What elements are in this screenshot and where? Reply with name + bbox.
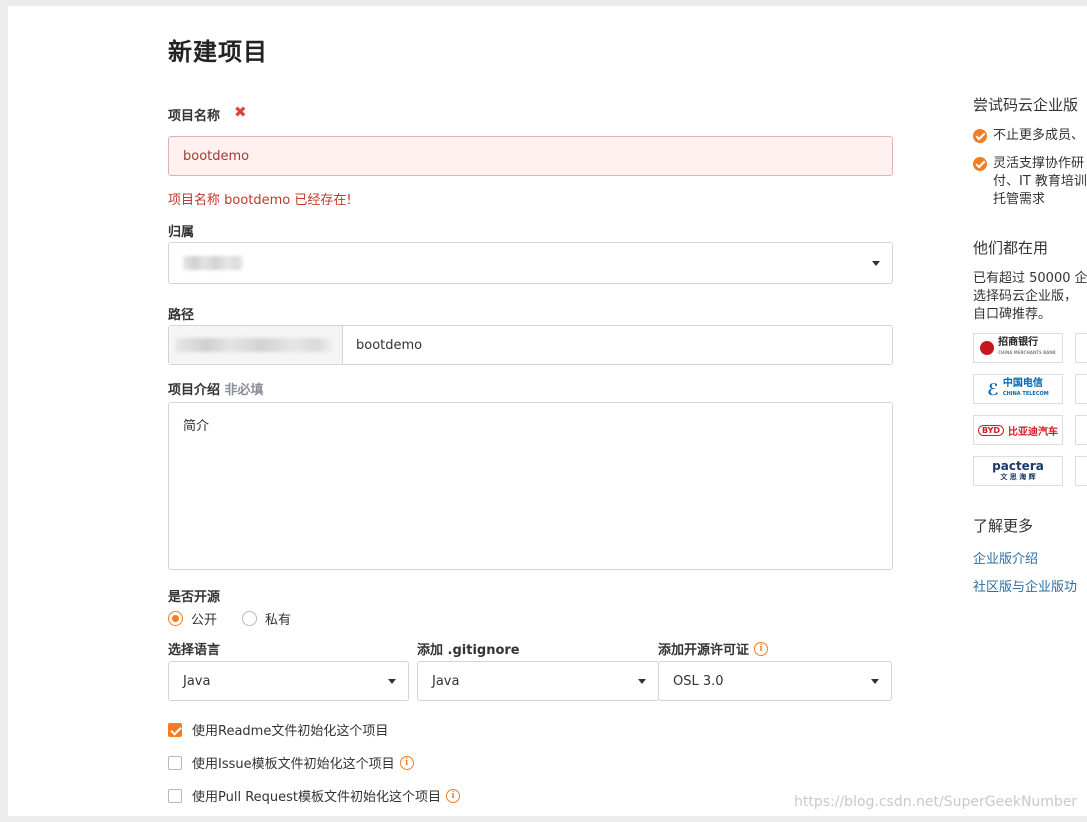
logo-row: pactera 文 思 海 辉: [973, 456, 1087, 486]
cmb-logo-name: 招商银行: [998, 337, 1039, 348]
link-edition-compare[interactable]: 社区版与企业版功: [973, 576, 1077, 595]
info-icon[interactable]: i: [399, 755, 414, 770]
chevron-down-icon: [872, 261, 880, 266]
check-circle-icon: [973, 157, 987, 171]
logo-stub: [1075, 456, 1087, 486]
sidebar-feature-text: 托管需求: [993, 192, 1046, 207]
byd-logo-name: 比亚迪汽车: [1008, 426, 1059, 438]
users-text-line: 自口碑推荐。: [973, 307, 1052, 322]
checkbox-issue-label: 使用Issue模板文件初始化这个项目: [192, 757, 395, 772]
path-group: bootdemo: [168, 325, 893, 365]
checkbox-pr-label: 使用Pull Request模板文件初始化这个项目: [192, 790, 442, 805]
users-text-line: 选择码云企业版，: [973, 289, 1078, 304]
desc-optional-hint: 非必填: [224, 383, 264, 398]
radio-private-dot[interactable]: [242, 611, 257, 626]
gitignore-select[interactable]: Java: [417, 661, 659, 701]
telecom-logo-icon: ℰ: [987, 379, 999, 399]
checkbox-pr-box[interactable]: [168, 788, 182, 803]
logo-pactera: pactera 文 思 海 辉: [973, 456, 1063, 486]
logo-telecom: ℰ 中国电信 CHINA TELECOM: [973, 374, 1063, 404]
link-enterprise-intro[interactable]: 企业版介绍: [973, 548, 1038, 567]
language-value: Java: [183, 673, 211, 689]
desc-label: 项目介绍 非必填: [168, 379, 264, 398]
telecom-logo-sub: CHINA TELECOM: [1002, 391, 1049, 397]
pactera-logo-sub: 文 思 海 辉: [1000, 473, 1036, 481]
path-namespace: [169, 326, 343, 364]
check-circle-icon: [973, 129, 987, 143]
checkbox-readme-box[interactable]: [168, 722, 182, 737]
customer-logos: 招商银行 CHINA MERCHANTS BANK ℰ 中国电信 CHINA T…: [973, 333, 1087, 486]
watermark: https://blog.csdn.net/SuperGeekNumber: [794, 794, 1078, 810]
license-value: OSL 3.0: [673, 673, 724, 689]
chevron-down-icon: [388, 679, 396, 684]
radio-public-label: 公开: [191, 613, 218, 628]
checkbox-issue[interactable]: 使用Issue模板文件初始化这个项目 i: [168, 753, 414, 772]
users-text-line: 已有超过 50000 企: [973, 271, 1087, 286]
telecom-logo-name: 中国电信: [1002, 378, 1043, 389]
sidebar-feature-text: 不止更多成员、: [993, 128, 1085, 143]
page: 新建项目 项目名称 ✖ bootdemo 项目名称 bootdemo 已经存在!…: [8, 6, 1087, 816]
radio-public-dot[interactable]: [168, 611, 183, 626]
logo-stub: [1075, 415, 1087, 445]
byd-logo-icon: BYD: [977, 424, 1005, 436]
desc-label-text: 项目介绍: [168, 383, 221, 398]
owner-blurred-value: [183, 256, 243, 270]
checkbox-pr[interactable]: 使用Pull Request模板文件初始化这个项目 i: [168, 786, 461, 805]
page-title: 新建项目: [168, 38, 268, 66]
namespace-blurred-value: [175, 338, 333, 352]
chevron-down-icon: [638, 679, 646, 684]
sidebar-feature-text: 灵活支撑协作研: [993, 156, 1085, 171]
checkbox-issue-box[interactable]: [168, 755, 182, 770]
logo-row: ℰ 中国电信 CHINA TELECOM: [973, 374, 1087, 404]
sidebar-feature-text: 付、IT 教育培训: [993, 174, 1087, 189]
cmb-logo-text: 招商银行 CHINA MERCHANTS BANK: [998, 338, 1056, 358]
owner-label: 归属: [168, 225, 195, 240]
info-icon[interactable]: i: [754, 641, 769, 656]
logo-stub: [1075, 333, 1087, 363]
sidebar-feature-lines: 灵活支撑协作研 付、IT 教育培训 托管需求: [993, 155, 1087, 209]
radio-public[interactable]: 公开: [168, 609, 217, 628]
error-x-icon: ✖: [234, 103, 247, 121]
cmb-logo-icon: [980, 341, 995, 355]
sidebar-heading: 尝试码云企业版: [973, 96, 1079, 114]
chevron-down-icon: [871, 679, 879, 684]
project-name-input[interactable]: bootdemo: [168, 136, 893, 176]
license-label: 添加开源许可证: [658, 643, 750, 658]
logo-row: 招商银行 CHINA MERCHANTS BANK: [973, 333, 1087, 363]
pactera-logo-name: pactera: [992, 459, 1044, 473]
learn-more-heading: 了解更多: [973, 517, 1034, 535]
license-select[interactable]: OSL 3.0: [658, 661, 892, 701]
checkbox-readme-label: 使用Readme文件初始化这个项目: [192, 724, 389, 739]
cmb-logo-sub: CHINA MERCHANTS BANK: [998, 350, 1056, 355]
users-text: 已有超过 50000 企 选择码云企业版， 自口碑推荐。: [973, 270, 1087, 324]
telecom-logo-text: 中国电信 CHINA TELECOM: [1003, 379, 1049, 399]
logo-row: BYD 比亚迪汽车: [973, 415, 1087, 445]
logo-cmb: 招商银行 CHINA MERCHANTS BANK: [973, 333, 1063, 363]
info-icon[interactable]: i: [446, 788, 461, 803]
description-textarea[interactable]: 简介: [168, 402, 893, 570]
language-select[interactable]: Java: [168, 661, 409, 701]
logo-byd: BYD 比亚迪汽车: [973, 415, 1063, 445]
checkbox-readme[interactable]: 使用Readme文件初始化这个项目: [168, 720, 388, 739]
gitignore-value: Java: [432, 673, 460, 689]
radio-private[interactable]: 私有: [242, 609, 291, 628]
language-label: 选择语言: [168, 643, 221, 658]
sidebar-feature: 不止更多成员、: [973, 127, 1084, 145]
owner-select[interactable]: [168, 242, 893, 284]
license-label-group: 添加开源许可证 i: [658, 639, 769, 658]
sidebar-feature: 灵活支撑协作研 付、IT 教育培训 托管需求: [973, 155, 1087, 209]
logo-stub: [1075, 374, 1087, 404]
name-error-message: 项目名称 bootdemo 已经存在!: [168, 193, 352, 208]
users-heading: 他们都在用: [973, 239, 1049, 257]
radio-private-label: 私有: [265, 613, 292, 628]
name-label: 项目名称: [168, 109, 221, 124]
gitignore-label: 添加 .gitignore: [417, 643, 520, 658]
path-input[interactable]: bootdemo: [343, 326, 892, 364]
path-label: 路径: [168, 308, 195, 323]
visibility-label: 是否开源: [168, 590, 221, 605]
